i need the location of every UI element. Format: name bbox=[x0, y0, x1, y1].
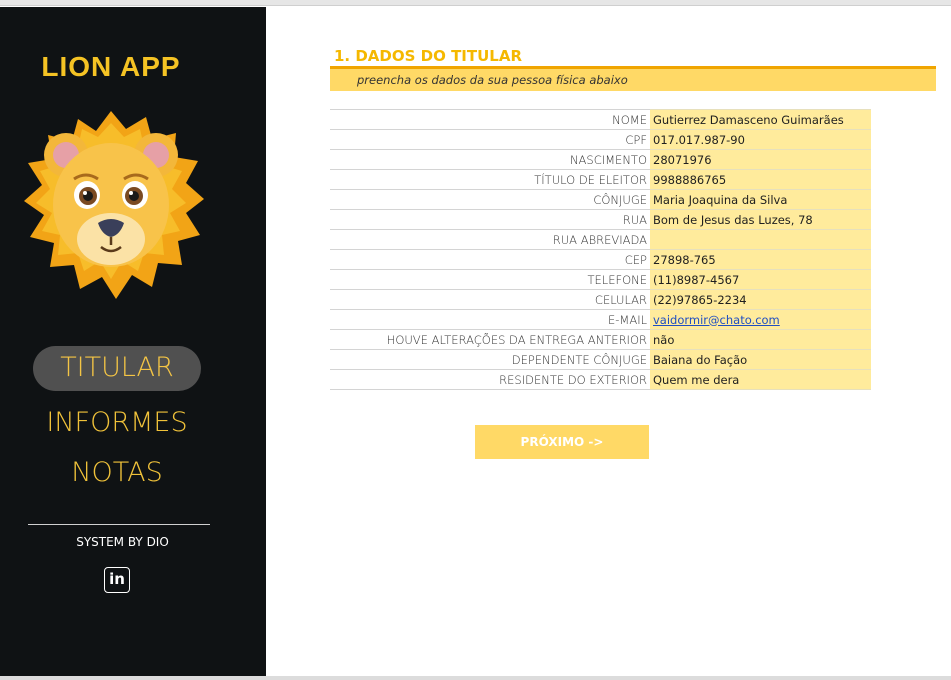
field-value[interactable]: Gutierrez Damasceno Guimarães bbox=[650, 109, 871, 130]
field-value[interactable]: 9988886765 bbox=[650, 169, 871, 190]
field-label: NASCIMENTO bbox=[330, 149, 650, 170]
field-label: CELULAR bbox=[330, 289, 650, 310]
form-row: CÔNJUGE Maria Joaquina da Silva bbox=[330, 189, 871, 210]
form-row: DEPENDENTE CÔNJUGE Baiana do Fação bbox=[330, 349, 871, 370]
email-link[interactable]: vaidormir@chato.com bbox=[653, 313, 780, 327]
field-label: CÔNJUGE bbox=[330, 189, 650, 210]
field-value[interactable]: 28071976 bbox=[650, 149, 871, 170]
form-row: TÍTULO DE ELEITOR 9988886765 bbox=[330, 169, 871, 190]
field-value[interactable]: Maria Joaquina da Silva bbox=[650, 189, 871, 210]
field-value[interactable]: vaidormir@chato.com bbox=[650, 309, 871, 330]
form-row: TELEFONE (11)8987-4567 bbox=[330, 269, 871, 290]
field-value[interactable]: (22)97865-2234 bbox=[650, 289, 871, 310]
form-row: RUA Bom de Jesus das Luzes, 78 bbox=[330, 209, 871, 230]
field-value[interactable]: Quem me dera bbox=[650, 369, 871, 390]
field-label: HOUVE ALTERAÇÕES DA ENTREGA ANTERIOR bbox=[330, 329, 650, 350]
field-value[interactable]: (11)8987-4567 bbox=[650, 269, 871, 290]
field-value[interactable]: Baiana do Fação bbox=[650, 349, 871, 370]
lion-icon bbox=[24, 111, 204, 299]
field-label: RUA ABREVIADA bbox=[330, 229, 650, 250]
form-row: RESIDENTE DO EXTERIOR Quem me dera bbox=[330, 369, 871, 390]
form-row: CELULAR (22)97865-2234 bbox=[330, 289, 871, 310]
field-value[interactable]: Bom de Jesus das Luzes, 78 bbox=[650, 209, 871, 230]
field-value[interactable]: 017.017.987-90 bbox=[650, 129, 871, 150]
form-row: NASCIMENTO 28071976 bbox=[330, 149, 871, 170]
window-top-border bbox=[0, 0, 951, 6]
form-row: NOME Gutierrez Damasceno Guimarães bbox=[330, 109, 871, 130]
field-label: TELEFONE bbox=[330, 269, 650, 290]
form-row: CEP 27898-765 bbox=[330, 249, 871, 270]
app-title: LION APP bbox=[41, 51, 181, 82]
field-label: NOME bbox=[330, 109, 650, 130]
form-row: E-MAIL vaidormir@chato.com bbox=[330, 309, 871, 330]
nav-item-notas[interactable]: NOTAS bbox=[0, 457, 234, 488]
form-row: HOUVE ALTERAÇÕES DA ENTREGA ANTERIOR não bbox=[330, 329, 871, 350]
field-value[interactable]: não bbox=[650, 329, 871, 350]
field-label: RUA bbox=[330, 209, 650, 230]
form-row: RUA ABREVIADA bbox=[330, 229, 871, 250]
nav-item-titular[interactable]: TITULAR bbox=[0, 352, 234, 383]
field-label: CEP bbox=[330, 249, 650, 270]
field-label: TÍTULO DE ELEITOR bbox=[330, 169, 650, 190]
field-label: CPF bbox=[330, 129, 650, 150]
field-value[interactable] bbox=[650, 229, 871, 250]
titular-form: NOME Gutierrez Damasceno Guimarães CPF 017.… bbox=[330, 109, 871, 390]
section-title: 1. DADOS DO TITULAR bbox=[334, 47, 523, 65]
sidebar: LION APP TITULAR INFORMES NOTAS SYSTEM B… bbox=[0, 7, 266, 676]
field-value[interactable]: 27898-765 bbox=[650, 249, 871, 270]
field-label: RESIDENTE DO EXTERIOR bbox=[330, 369, 650, 390]
sidebar-divider bbox=[28, 524, 210, 525]
linkedin-icon[interactable]: in bbox=[104, 567, 130, 593]
window-bottom-border bbox=[0, 676, 951, 680]
field-label: DEPENDENTE CÔNJUGE bbox=[330, 349, 650, 370]
next-button[interactable]: PRÓXIMO -> bbox=[475, 425, 649, 459]
form-row: CPF 017.017.987-90 bbox=[330, 129, 871, 150]
nav-item-informes[interactable]: INFORMES bbox=[0, 407, 234, 438]
field-label: E-MAIL bbox=[330, 309, 650, 330]
footer-credit: SYSTEM BY DIO bbox=[76, 535, 169, 549]
section-subtitle: preencha os dados da sua pessoa física a… bbox=[357, 73, 628, 87]
